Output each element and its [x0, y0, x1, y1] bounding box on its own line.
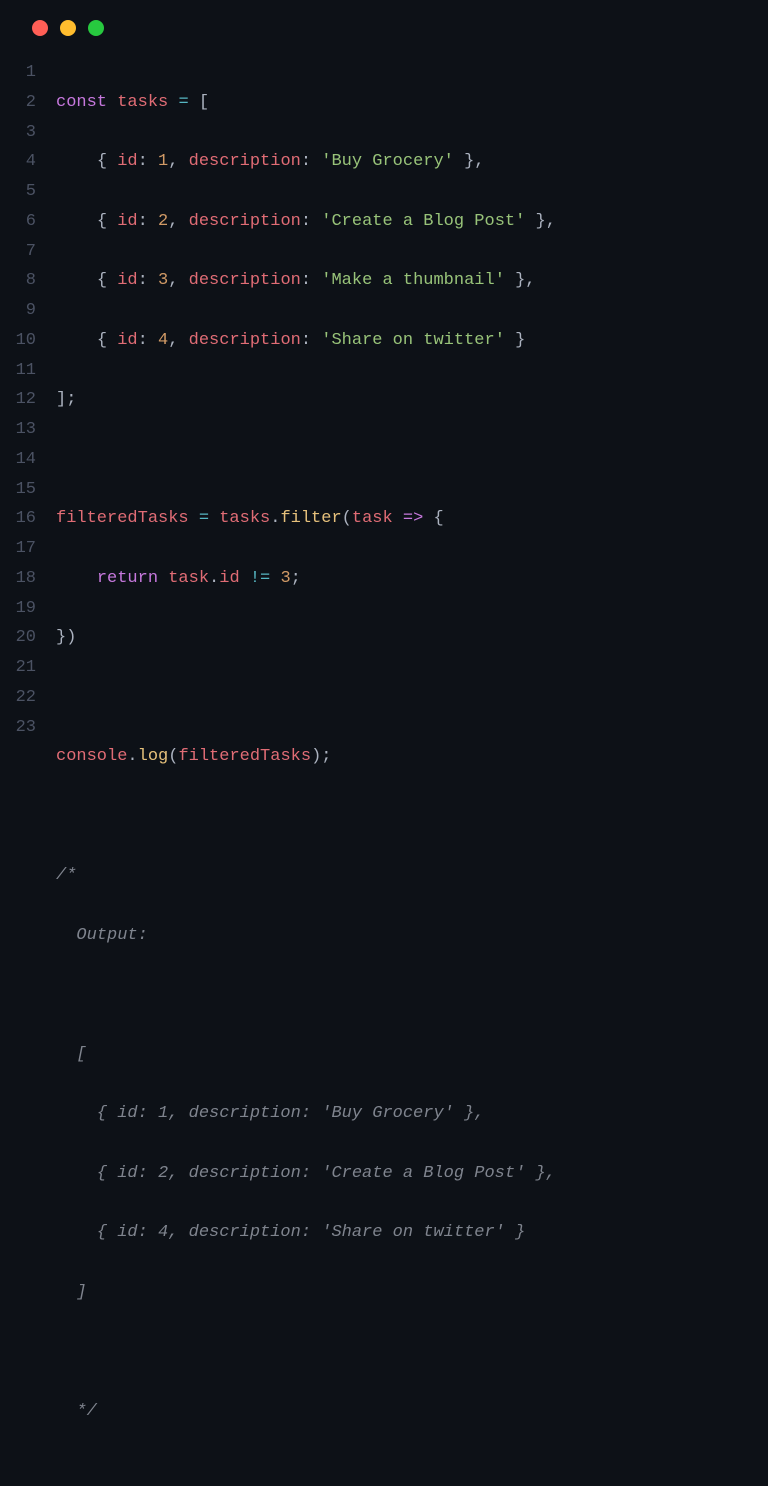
line-number: 17 [0, 534, 36, 564]
line-number: 18 [0, 564, 36, 594]
line-number: 20 [0, 623, 36, 653]
line-number: 5 [0, 177, 36, 207]
line-number: 10 [0, 326, 36, 356]
line-number: 2 [0, 88, 36, 118]
line-number: 1 [0, 58, 36, 88]
code-line: }) [56, 623, 768, 653]
line-number: 15 [0, 475, 36, 505]
zoom-traffic-light[interactable] [88, 20, 104, 36]
line-number: 7 [0, 237, 36, 267]
code-line: ] [56, 1278, 768, 1308]
line-number: 16 [0, 504, 36, 534]
code-line: { id: 1, description: 'Buy Grocery' }, [56, 1099, 768, 1129]
code-line: { id: 4, description: 'Share on twitter'… [56, 326, 768, 356]
line-number: 19 [0, 594, 36, 624]
code-line: { id: 1, description: 'Buy Grocery' }, [56, 147, 768, 177]
code-editor[interactable]: 1 2 3 4 5 6 7 8 9 10 11 12 13 14 15 16 1… [0, 58, 768, 1486]
line-number: 3 [0, 118, 36, 148]
line-number: 4 [0, 147, 36, 177]
line-number: 6 [0, 207, 36, 237]
code-line: { id: 4, description: 'Share on twitter'… [56, 1218, 768, 1248]
code-line: return task.id != 3; [56, 564, 768, 594]
line-number: 23 [0, 713, 36, 743]
close-traffic-light[interactable] [32, 20, 48, 36]
line-number: 8 [0, 266, 36, 296]
line-number: 13 [0, 415, 36, 445]
traffic-lights [0, 20, 768, 58]
code-line [56, 1337, 768, 1367]
line-number: 14 [0, 445, 36, 475]
code-line: Output: [56, 921, 768, 951]
code-area[interactable]: const tasks = [ { id: 1, description: 'B… [56, 58, 768, 1486]
line-number: 11 [0, 356, 36, 386]
line-number: 9 [0, 296, 36, 326]
line-number: 12 [0, 385, 36, 415]
code-line: ]; [56, 385, 768, 415]
code-line: filteredTasks = tasks.filter(task => { [56, 504, 768, 534]
minimize-traffic-light[interactable] [60, 20, 76, 36]
code-line: { id: 2, description: 'Create a Blog Pos… [56, 1159, 768, 1189]
line-number: 21 [0, 653, 36, 683]
code-line [56, 445, 768, 475]
code-line: { id: 3, description: 'Make a thumbnail'… [56, 266, 768, 296]
code-line [56, 980, 768, 1010]
code-line: /* [56, 861, 768, 891]
code-line [56, 802, 768, 832]
line-number: 22 [0, 683, 36, 713]
editor-window: 1 2 3 4 5 6 7 8 9 10 11 12 13 14 15 16 1… [0, 0, 768, 1486]
code-line: [ [56, 1040, 768, 1070]
code-line: { id: 2, description: 'Create a Blog Pos… [56, 207, 768, 237]
code-line [56, 683, 768, 713]
code-line: console.log(filteredTasks); [56, 742, 768, 772]
code-line: */ [56, 1397, 768, 1427]
code-line: const tasks = [ [56, 88, 768, 118]
line-number-gutter: 1 2 3 4 5 6 7 8 9 10 11 12 13 14 15 16 1… [0, 58, 56, 1486]
